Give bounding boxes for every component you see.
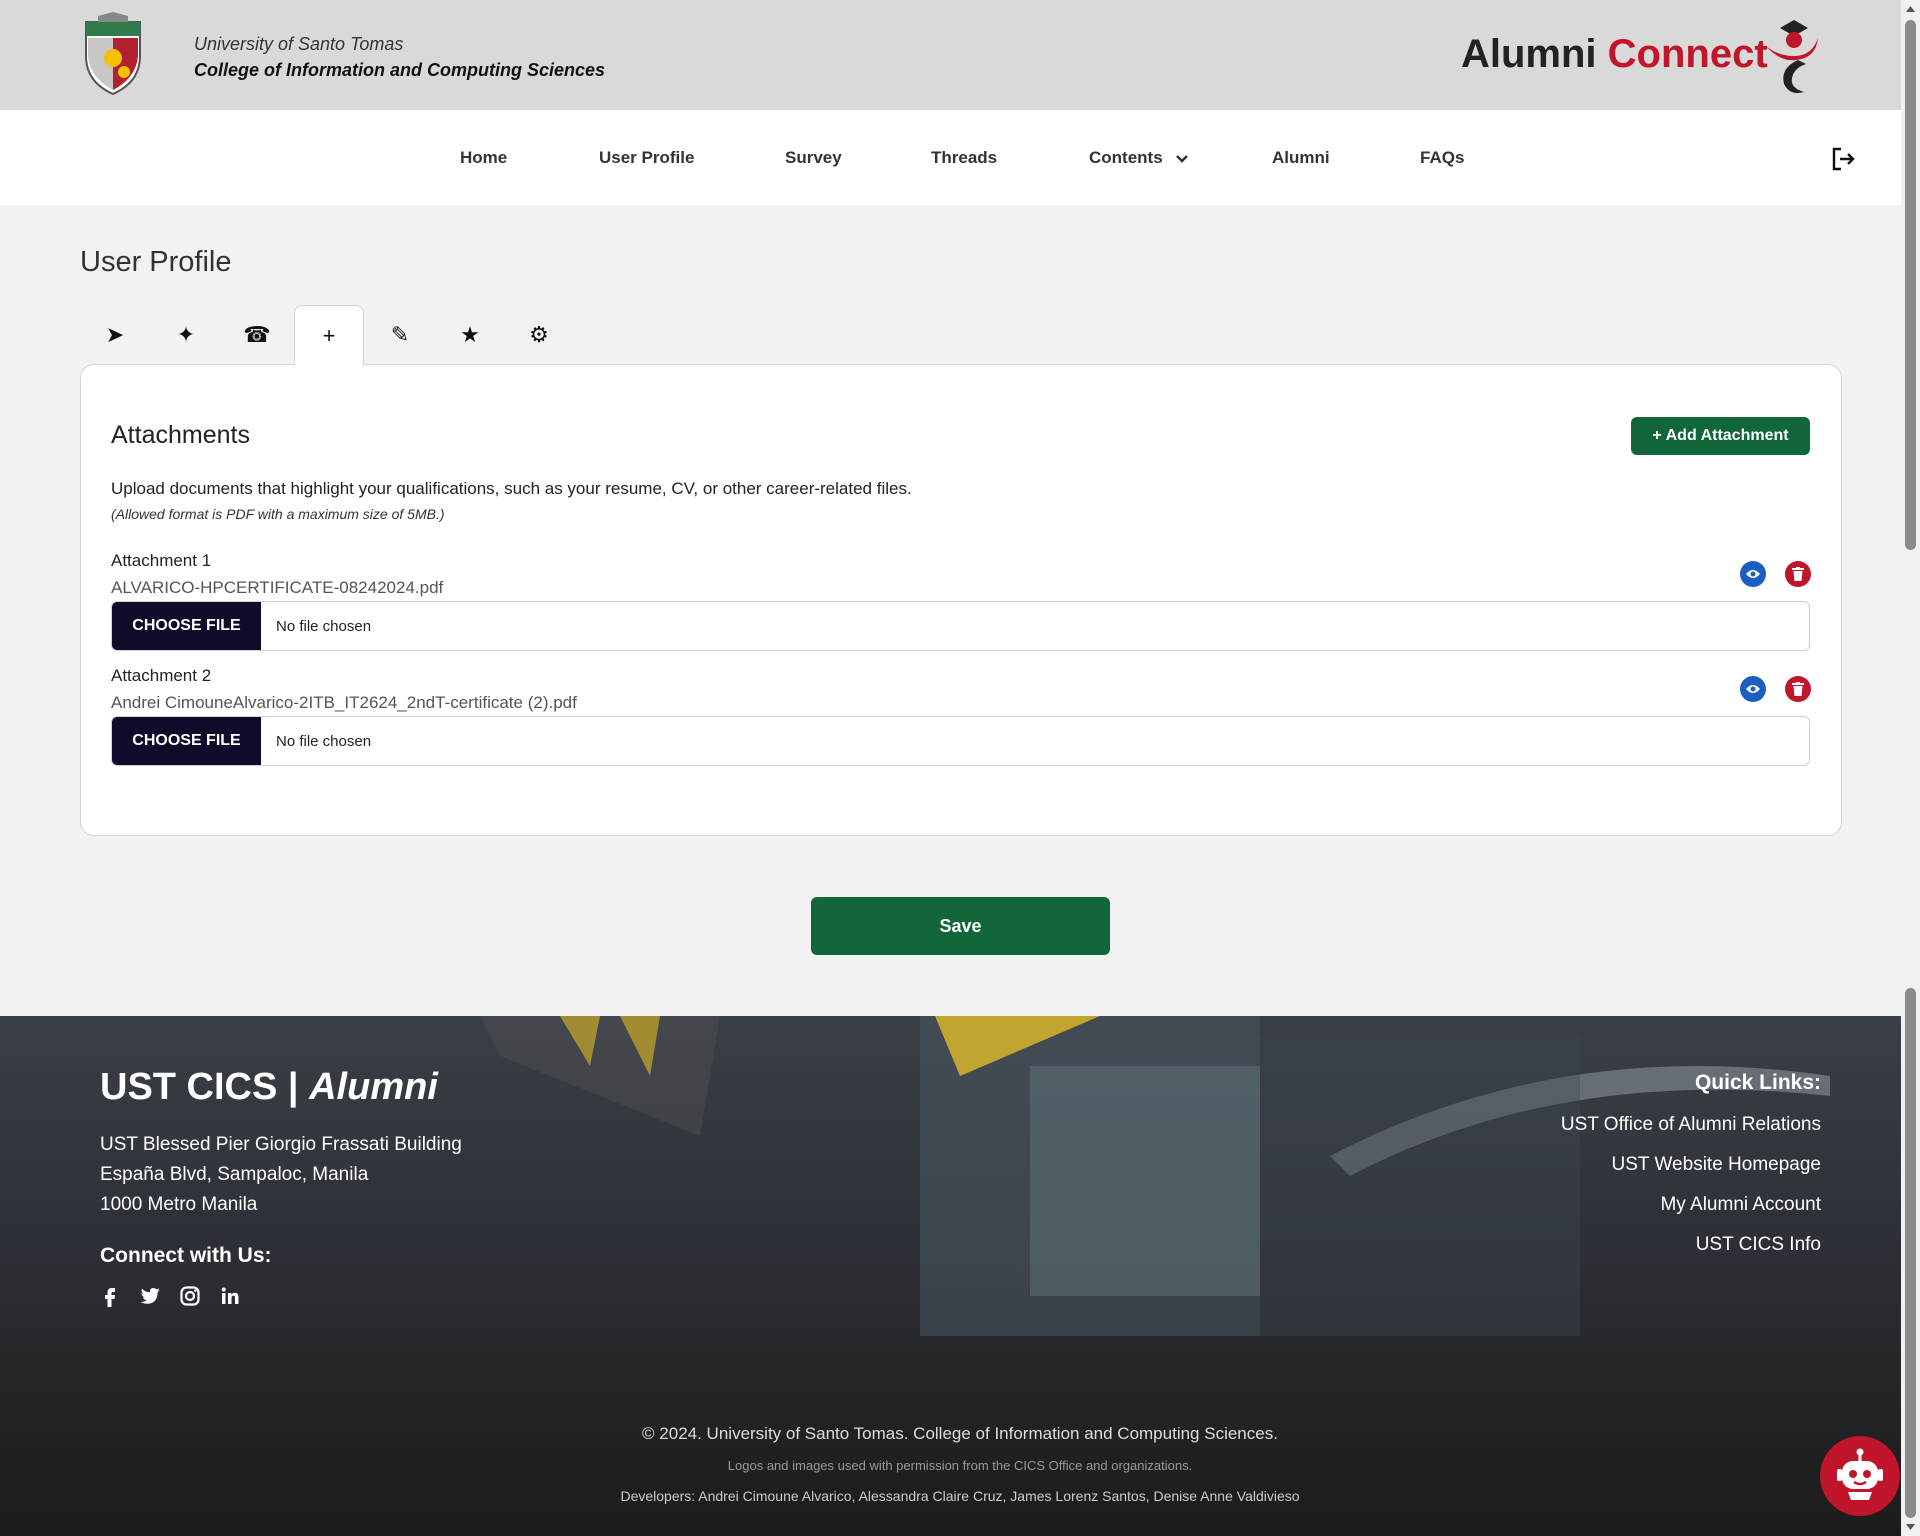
developers-text: Developers: Andrei Cimoune Alvarico, Ale…	[620, 1488, 1300, 1504]
nav-faqs[interactable]: FAQs	[1420, 148, 1464, 168]
facebook-icon[interactable]	[98, 1284, 122, 1308]
brand-main: Alumni	[1461, 32, 1597, 76]
linkedin-icon[interactable]	[218, 1284, 242, 1308]
site-header: University of Santo Tomas College of Inf…	[0, 0, 1901, 110]
site-footer: UST CICS | Alumni UST Blessed Pier Giorg…	[0, 1016, 1901, 1536]
permission-text: Logos and images used with permission fr…	[727, 1458, 1193, 1473]
file-input[interactable]: CHOOSE FILE No file chosen	[111, 716, 1810, 766]
chatbot-button[interactable]	[1820, 1436, 1900, 1516]
quick-link-ust-homepage[interactable]: UST Website Homepage	[1612, 1154, 1821, 1176]
instagram-icon[interactable]	[178, 1284, 202, 1308]
nav-home[interactable]: Home	[460, 148, 507, 168]
footer-title-main: UST CICS |	[100, 1066, 299, 1108]
delete-attachment-button[interactable]	[1785, 561, 1811, 587]
delete-attachment-button[interactable]	[1785, 676, 1811, 702]
attachments-title: Attachments	[111, 421, 250, 449]
view-attachment-button[interactable]	[1740, 561, 1766, 587]
page-title: User Profile	[80, 246, 232, 278]
choose-file-button[interactable]: CHOOSE FILE	[112, 717, 261, 765]
logout-icon[interactable]	[1830, 146, 1856, 172]
twitter-icon[interactable]	[138, 1284, 162, 1308]
university-name: University of Santo Tomas	[194, 34, 404, 54]
attachments-description: Upload documents that highlight your qua…	[111, 479, 912, 498]
copyright-text: © 2024. University of Santo Tomas. Colle…	[642, 1424, 1278, 1443]
footer-address-line: UST Blessed Pier Giorgio Frassati Buildi…	[100, 1134, 462, 1155]
brand-title: Alumni Connect	[1461, 32, 1768, 77]
chevron-down-icon	[1176, 154, 1189, 163]
footer-title-italic: Alumni	[309, 1066, 438, 1108]
tab-send-icon[interactable]: ➤	[80, 305, 150, 365]
nav-contents[interactable]: Contents	[1089, 148, 1189, 168]
attachment-label: Attachment 1	[111, 551, 212, 570]
attachment-filename[interactable]: ALVARICO-HPCERTIFICATE-08242024.pdf	[111, 578, 443, 598]
eye-icon	[1746, 685, 1760, 693]
file-input[interactable]: CHOOSE FILE No file chosen	[111, 601, 1810, 651]
scrollbar-thumb[interactable]	[1905, 20, 1916, 550]
attachment-label: Attachment 2	[111, 666, 212, 685]
nav-user-profile[interactable]: User Profile	[599, 148, 694, 168]
eye-icon	[1746, 570, 1760, 578]
save-button[interactable]: Save	[811, 897, 1110, 955]
brand-accent: Connect	[1607, 32, 1768, 76]
attachments-panel: Attachments + Add Attachment Upload docu…	[80, 364, 1842, 836]
college-name: College of Information and Computing Sci…	[194, 60, 606, 80]
quick-link-my-alumni-account[interactable]: My Alumni Account	[1660, 1194, 1821, 1216]
quick-link-ust-cics-info[interactable]: UST CICS Info	[1696, 1234, 1821, 1256]
nav-alumni[interactable]: Alumni	[1272, 148, 1330, 168]
nav-survey[interactable]: Survey	[785, 148, 842, 168]
tab-add-icon[interactable]: +	[294, 305, 364, 366]
alumni-connect-logo	[1766, 20, 1818, 93]
nav-threads[interactable]: Threads	[931, 148, 997, 168]
nav-contents-label: Contents	[1089, 148, 1163, 167]
quick-links-heading: Quick Links:	[1694, 1071, 1821, 1094]
view-attachment-button[interactable]	[1740, 676, 1766, 702]
tab-sparkle-icon[interactable]: ✦	[151, 305, 221, 365]
footer-address-line: 1000 Metro Manila	[100, 1194, 258, 1215]
ust-crest-logo	[85, 12, 141, 96]
footer-title: UST CICS | Alumni	[100, 1066, 438, 1109]
tab-phone-icon[interactable]: ☎	[222, 305, 292, 365]
footer-address-line: España Blvd, Sampaloc, Manila	[100, 1164, 369, 1185]
scrollbar-thumb-secondary[interactable]	[1905, 988, 1916, 1518]
main-nav: Home User Profile Survey Threads Content…	[0, 110, 1901, 205]
trash-icon	[1792, 567, 1804, 581]
quick-link-alumni-relations[interactable]: UST Office of Alumni Relations	[1561, 1114, 1821, 1136]
file-status: No file chosen	[276, 733, 372, 750]
scroll-down-arrow-icon[interactable]	[1901, 1518, 1920, 1536]
choose-file-button[interactable]: CHOOSE FILE	[112, 602, 261, 650]
add-attachment-button[interactable]: + Add Attachment	[1631, 417, 1810, 455]
attachment-filename[interactable]: Andrei CimouneAlvarico-2ITB_IT2624_2ndT-…	[111, 693, 577, 713]
tab-star-icon[interactable]: ★	[435, 305, 505, 365]
scroll-up-arrow-icon[interactable]	[1901, 0, 1920, 18]
attachments-format-note: (Allowed format is PDF with a maximum si…	[111, 506, 445, 522]
file-status: No file chosen	[276, 618, 372, 635]
tab-pencil-icon[interactable]: ✎	[365, 305, 435, 365]
tab-settings-icon[interactable]: ⚙	[504, 305, 574, 365]
robot-icon	[1837, 1448, 1883, 1500]
connect-heading: Connect with Us:	[100, 1244, 272, 1267]
trash-icon	[1792, 682, 1804, 696]
